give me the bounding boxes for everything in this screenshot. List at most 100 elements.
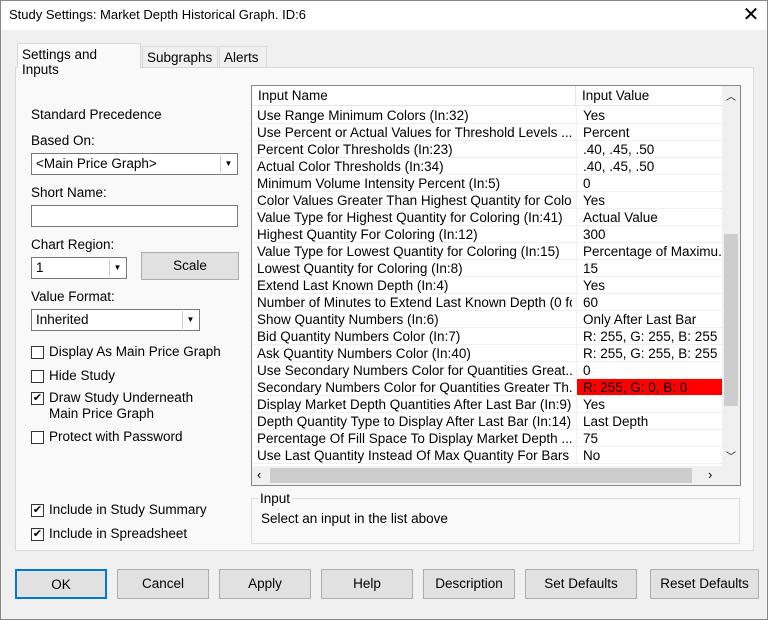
input-name: Extend Last Known Depth (In:4) xyxy=(257,278,449,293)
input-row[interactable]: Bid Quantity Numbers Color (In:7) R: 255,… xyxy=(252,328,722,345)
hide-study-checkbox[interactable]: Hide Study xyxy=(31,368,115,383)
chevron-down-icon[interactable]: ▼ xyxy=(182,311,198,329)
input-row[interactable]: Extend Last Known Depth (In:4) Yes xyxy=(252,277,722,294)
input-value[interactable]: 60 xyxy=(576,294,722,310)
input-value[interactable]: Actual Value xyxy=(576,209,722,225)
checkbox-box[interactable] xyxy=(31,370,44,383)
horizontal-scrollbar[interactable]: ‹ › xyxy=(252,466,722,485)
column-header-name[interactable]: Input Name xyxy=(258,88,328,103)
input-row[interactable]: Color Values Greater Than Highest Quanti… xyxy=(252,192,722,209)
window-title: Study Settings: Market Depth Historical … xyxy=(9,7,306,22)
input-row[interactable]: Minimum Volume Intensity Percent (In:5) 0 xyxy=(252,175,722,192)
input-row[interactable]: Ask Quantity Numbers Color (In:40) R: 255… xyxy=(252,345,722,362)
input-value[interactable]: 0 xyxy=(576,362,722,378)
input-row[interactable]: Depth Quantity Type to Display After Las… xyxy=(252,413,722,430)
cancel-button[interactable]: Cancel xyxy=(117,569,209,599)
input-value[interactable]: Yes xyxy=(576,277,722,293)
chevron-right-icon[interactable]: › xyxy=(708,467,712,482)
list-header: Input Name Input Value xyxy=(252,86,722,106)
short-name-input[interactable] xyxy=(31,205,238,227)
input-name: Use Last Quantity Instead Of Max Quantit… xyxy=(257,448,572,463)
tab-subgraphs[interactable]: Subgraphs xyxy=(142,46,218,67)
display-as-main-checkbox[interactable]: Display As Main Price Graph xyxy=(31,344,221,359)
vertical-scrollbar[interactable]: ︿ ﹀ xyxy=(722,86,740,466)
precedence-label: Standard Precedence xyxy=(31,107,162,122)
input-value[interactable]: R: 255, G: 255, B: 255 xyxy=(576,328,722,344)
reset-defaults-button[interactable]: Reset Defaults xyxy=(650,569,759,599)
input-row[interactable]: Percentage Of Fill Space To Display Mark… xyxy=(252,430,722,447)
input-row[interactable]: Show Quantity Numbers (In:6) Only After L… xyxy=(252,311,722,328)
input-name: Use Secondary Numbers Color for Quantiti… xyxy=(257,363,572,378)
based-on-label: Based On: xyxy=(31,133,95,148)
input-value[interactable]: Last Depth xyxy=(576,413,722,429)
checkbox-label: Include in Study Summary xyxy=(49,502,207,517)
input-value[interactable]: Percentage of Maximu... xyxy=(576,243,722,259)
checkbox-box[interactable] xyxy=(31,346,44,359)
checkbox-label: Include in Spreadsheet xyxy=(49,526,188,541)
based-on-select[interactable]: <Main Price Graph> ▼ xyxy=(31,153,238,175)
protect-password-checkbox[interactable]: Protect with Password xyxy=(31,429,183,444)
input-row[interactable]: Lowest Quantity for Coloring (In:8) 15 xyxy=(252,260,722,277)
input-value[interactable]: 75 xyxy=(576,430,722,446)
input-row[interactable]: Use Percent or Actual Values for Thresho… xyxy=(252,124,722,141)
scrollbar-corner xyxy=(722,466,740,485)
checkmark-icon[interactable]: ✔ xyxy=(31,504,44,517)
input-value[interactable]: .40, .45, .50 xyxy=(576,158,722,174)
input-row[interactable]: Secondary Numbers Color for Quantities G… xyxy=(252,379,722,396)
input-row[interactable]: Actual Color Thresholds (In:34) .40, .45,… xyxy=(252,158,722,175)
input-value[interactable]: 0 xyxy=(576,175,722,191)
input-value[interactable]: R: 255, G: 0, B: 0 xyxy=(576,379,722,395)
checkbox-box[interactable] xyxy=(31,431,44,444)
description-button[interactable]: Description xyxy=(423,569,515,599)
input-row[interactable]: Use Last Quantity Instead Of Max Quantit… xyxy=(252,447,722,464)
help-button[interactable]: Help xyxy=(321,569,413,599)
chart-region-value: 1 xyxy=(36,260,44,275)
close-icon[interactable]: ✕ xyxy=(738,4,764,26)
input-name: Lowest Quantity for Coloring (In:8) xyxy=(257,261,463,276)
set-defaults-button[interactable]: Set Defaults xyxy=(525,569,637,599)
input-value[interactable]: Percent xyxy=(576,124,722,140)
tab-settings-and-inputs[interactable]: Settings and Inputs xyxy=(17,43,141,77)
checkmark-icon[interactable]: ✔ xyxy=(31,528,44,541)
input-row[interactable]: Value Type for Lowest Quantity for Color… xyxy=(252,243,722,260)
chevron-down-icon[interactable]: ▼ xyxy=(109,259,125,277)
scrollbar-thumb[interactable] xyxy=(270,468,692,483)
checkbox-label: Display As Main Price Graph xyxy=(49,344,221,359)
input-name: Percent Color Thresholds (In:23) xyxy=(257,142,453,157)
scrollbar-thumb[interactable] xyxy=(724,234,738,406)
chevron-up-icon[interactable]: ︿ xyxy=(726,88,736,103)
column-header-value[interactable]: Input Value xyxy=(582,88,649,103)
include-spreadsheet-checkbox[interactable]: ✔ Include in Spreadsheet xyxy=(31,526,187,541)
input-row[interactable]: Percent Color Thresholds (In:23) .40, .45… xyxy=(252,141,722,158)
input-value[interactable]: Yes xyxy=(576,192,722,208)
input-value[interactable]: Only After Last Bar xyxy=(576,311,722,327)
input-value[interactable]: 15 xyxy=(576,260,722,276)
input-row[interactable]: Number of Minutes to Extend Last Known D… xyxy=(252,294,722,311)
input-value[interactable]: R: 255, G: 255, B: 255 xyxy=(576,345,722,361)
draw-underneath-checkbox[interactable]: ✔ Draw Study Underneath Main Price Graph xyxy=(31,390,211,422)
input-row[interactable]: Display Market Depth Quantities After La… xyxy=(252,396,722,413)
input-value[interactable]: Yes xyxy=(576,396,722,412)
chart-region-select[interactable]: 1 ▼ xyxy=(31,257,127,279)
inputs-list[interactable]: Input Name Input Value Use Range Minimum… xyxy=(251,85,741,486)
value-format-select[interactable]: Inherited ▼ xyxy=(31,309,200,331)
value-format-label: Value Format: xyxy=(31,289,115,304)
chevron-down-icon[interactable]: ﹀ xyxy=(726,448,736,463)
chevron-left-icon[interactable]: ‹ xyxy=(257,467,261,482)
input-value[interactable]: 300 xyxy=(576,226,722,242)
input-value[interactable]: .40, .45, .50 xyxy=(576,141,722,157)
checkmark-icon[interactable]: ✔ xyxy=(31,392,44,405)
input-value[interactable]: Yes xyxy=(576,107,722,123)
input-row[interactable]: Value Type for Highest Quantity for Colo… xyxy=(252,209,722,226)
input-value[interactable]: No xyxy=(576,447,722,463)
chevron-down-icon[interactable]: ▼ xyxy=(220,155,236,173)
input-name: Display Market Depth Quantities After La… xyxy=(257,397,572,412)
scale-button[interactable]: Scale xyxy=(141,252,239,280)
apply-button[interactable]: Apply xyxy=(219,569,311,599)
include-summary-checkbox[interactable]: ✔ Include in Study Summary xyxy=(31,502,207,517)
input-row[interactable]: Use Range Minimum Colors (In:32) Yes xyxy=(252,107,722,124)
ok-button[interactable]: OK xyxy=(15,569,107,599)
input-row[interactable]: Use Secondary Numbers Color for Quantiti… xyxy=(252,362,722,379)
tab-alerts[interactable]: Alerts xyxy=(219,46,267,67)
input-row[interactable]: Highest Quantity For Coloring (In:12) 300 xyxy=(252,226,722,243)
